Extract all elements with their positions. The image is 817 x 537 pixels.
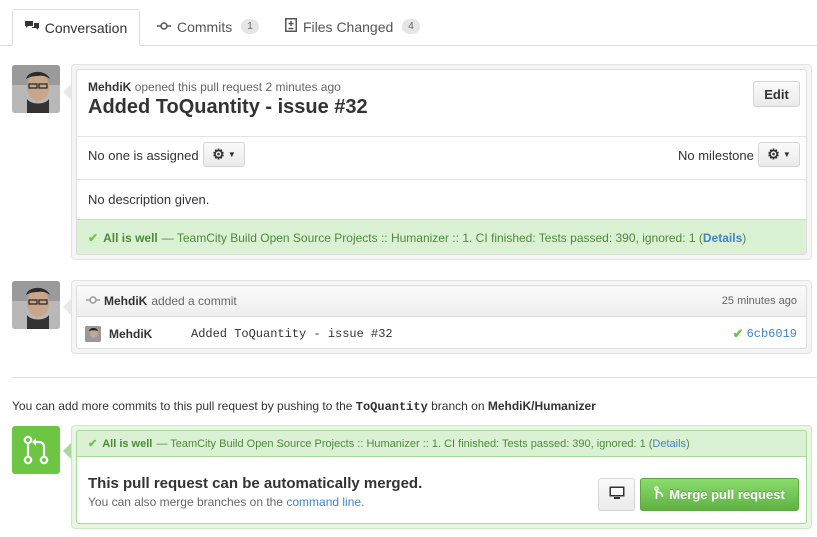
ci-close-paren: ) — [686, 437, 690, 450]
commit-icon — [86, 294, 100, 308]
pr-discussion-container: MehdiK opened this pull request 2 minute… — [71, 64, 812, 260]
pr-meta: MehdiK opened this pull request 2 minute… — [88, 80, 341, 94]
check-icon: ✔ — [88, 230, 99, 245]
ci-text: — TeamCity Build Open Source Projects ::… — [156, 437, 653, 450]
monitor-icon — [609, 486, 625, 503]
ci-close-paren: ) — [742, 230, 747, 245]
merge-period: . — [361, 495, 365, 509]
merge-pull-request-button[interactable]: Merge pull request — [640, 478, 799, 511]
ci-details-link[interactable]: Details — [652, 438, 686, 450]
tab-label: Conversation — [44, 19, 128, 36]
pr-title: Added ToQuantity - issue #32 — [88, 96, 368, 118]
push-note-middle: branch on — [427, 399, 488, 413]
merge-icon — [654, 486, 664, 503]
gear-icon: ⚙ — [767, 146, 780, 162]
milestone-gear-button[interactable]: ⚙ ▼ — [758, 142, 800, 167]
commit-sha-group: ✔ 6cb6019 — [733, 326, 797, 342]
ci-status: All is well — [102, 437, 153, 450]
command-line-link[interactable]: command line — [286, 495, 361, 509]
pr-discussion-box: MehdiK opened this pull request 2 minute… — [76, 69, 807, 255]
opened-text: opened this pull request 2 minutes ago — [134, 80, 341, 94]
commit-row: MehdiK Added ToQuantity - issue #32 ✔ 6c… — [77, 317, 806, 348]
desktop-clone-button[interactable] — [598, 478, 635, 511]
edit-button[interactable]: Edit — [753, 81, 800, 107]
bubble-arrow — [63, 299, 71, 315]
check-icon: ✔ — [88, 438, 98, 450]
push-note: You can add more commits to this pull re… — [12, 399, 596, 414]
merge-subtitle: You can also merge branches on the comma… — [88, 495, 364, 509]
check-icon: ✔ — [732, 325, 744, 341]
tab-commits[interactable]: Commits 1 — [157, 9, 259, 44]
ci-status-bar: ✔ All is well — TeamCity Build Open Sour… — [77, 219, 806, 254]
ci-details-link[interactable]: Details — [703, 231, 742, 245]
push-note-prefix: You can add more commits to this pull re… — [12, 399, 356, 413]
commit-event-container: MehdiK added a commit 25 minutes ago Meh… — [71, 280, 812, 354]
commit-time: 25 minutes ago — [721, 295, 797, 307]
commit-message[interactable]: Added ToQuantity - issue #32 — [191, 327, 393, 341]
merge-container: ✔ All is well — TeamCity Build Open Sour… — [71, 425, 812, 529]
commit-event-header: MehdiK added a commit 25 minutes ago — [77, 286, 806, 317]
bubble-arrow — [63, 443, 71, 459]
assignee-text: No one is assigned — [88, 148, 199, 163]
merge-subtitle-text: You can also merge branches on the — [88, 495, 287, 509]
merge-status-icon — [12, 426, 60, 474]
author-avatar[interactable] — [12, 65, 60, 113]
commit-sha-link[interactable]: 6cb6019 — [747, 327, 797, 341]
author-avatar[interactable] — [12, 281, 60, 329]
merge-button-label: Merge pull request — [669, 487, 785, 502]
commit-event-box: MehdiK added a commit 25 minutes ago Meh… — [76, 285, 807, 349]
commit-author-avatar[interactable] — [85, 325, 101, 342]
tab-files-changed[interactable]: Files Changed 4 — [285, 9, 420, 44]
chevron-down-icon: ▼ — [782, 150, 791, 159]
speech-bubbles-icon — [24, 20, 39, 35]
pr-tabs: Conversation Commits 1 Files Changed 4 — [0, 0, 817, 46]
tab-conversation[interactable]: Conversation — [12, 9, 140, 46]
gear-icon: ⚙ — [212, 146, 225, 162]
tab-label: Commits — [177, 18, 233, 35]
assignee-gear-button[interactable]: ⚙ ▼ — [203, 142, 245, 167]
commits-count-badge: 1 — [241, 19, 259, 34]
commit-icon — [157, 20, 171, 34]
files-count-badge: 4 — [402, 19, 420, 34]
chevron-down-icon: ▼ — [227, 150, 236, 159]
commit-author-link[interactable]: MehdiK — [109, 327, 152, 341]
milestone-text: No milestone — [678, 148, 754, 163]
pr-description: No description given. — [88, 192, 210, 207]
bubble-arrow — [63, 84, 71, 100]
merge-ci-status-bar: ✔ All is well — TeamCity Build Open Sour… — [77, 431, 806, 457]
tab-label: Files Changed — [303, 18, 394, 35]
author-link[interactable]: MehdiK — [88, 80, 131, 94]
divider — [12, 377, 817, 378]
author-link[interactable]: MehdiK — [104, 294, 147, 308]
branch-name: ToQuantity — [355, 400, 428, 414]
ci-status: All is well — [103, 230, 158, 245]
merge-box: ✔ All is well — TeamCity Build Open Sour… — [76, 430, 807, 524]
repo-name: MehdiK/Humanizer — [487, 399, 596, 413]
ci-text: — TeamCity Build Open Source Projects ::… — [161, 230, 703, 245]
file-diff-icon — [285, 18, 297, 35]
commit-action: added a commit — [151, 294, 237, 308]
merge-title: This pull request can be automatically m… — [88, 475, 423, 492]
